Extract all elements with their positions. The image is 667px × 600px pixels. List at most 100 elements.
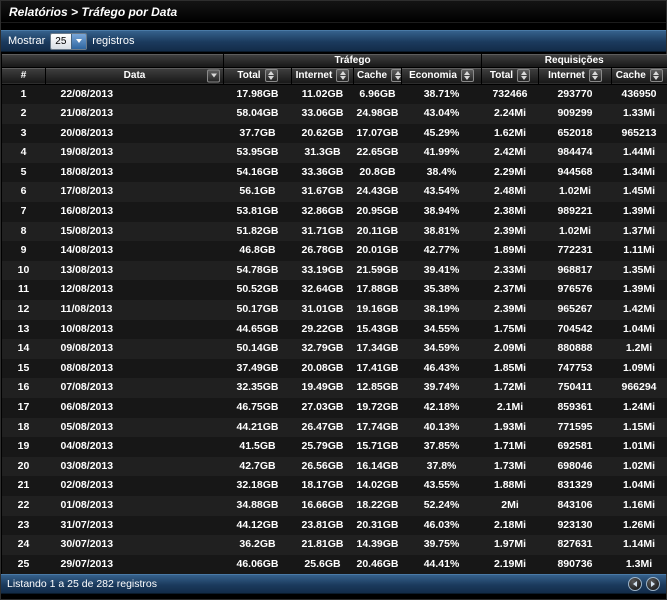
cell-economia: 46.03% xyxy=(423,518,460,531)
cell-trafego-internet: 33.06GB xyxy=(301,107,344,120)
cell-trafego-cache: 14.39GB xyxy=(356,538,399,551)
cell-trafego-total: 50.52GB xyxy=(236,283,279,296)
cell-trafego-total: 46.75GB xyxy=(236,401,279,413)
cell-req-cache: 1.16Mi xyxy=(622,498,656,511)
cell-trafego-internet: 31.67GB xyxy=(301,185,344,198)
column-label: Data xyxy=(123,69,146,81)
cell-req-cache: 1.37Mi xyxy=(622,224,656,237)
cell-req-internet: 771595 xyxy=(557,420,593,433)
column-header-data[interactable]: Data xyxy=(45,67,224,85)
pagination-controls xyxy=(628,577,660,592)
cell-req-total: 2.42Mi xyxy=(493,146,527,159)
cell-trafego-internet: 26.78GB xyxy=(301,244,344,257)
cell-index: 7 xyxy=(20,205,27,218)
records-label: registros xyxy=(92,35,135,47)
breadcrumb: Relatórios > Tráfego por Data xyxy=(1,1,666,23)
cell-trafego-cache: 15.71GB xyxy=(356,440,399,453)
table-row: 11 12/08/2013 50.52GB 32.64GB 17.88GB 35.38% 2… xyxy=(1,280,667,301)
cell-req-cache: 1.45Mi xyxy=(622,185,656,198)
cell-trafego-cache: 20.01GB xyxy=(356,244,399,257)
cell-index: 18 xyxy=(17,420,30,433)
cell-trafego-internet: 29.22GB xyxy=(301,322,344,335)
cell-trafego-total: 54.16GB xyxy=(236,165,279,178)
cell-req-cache: 1.39Mi xyxy=(622,205,656,218)
cell-trafego-total: 50.14GB xyxy=(236,342,279,355)
cell-trafego-total: 42.7GB xyxy=(239,459,276,472)
group-header-empty xyxy=(1,54,224,68)
column-header-trafego-total[interactable]: Total xyxy=(223,67,292,85)
cell-trafego-total: 54.78GB xyxy=(236,263,279,276)
column-label: Internet xyxy=(295,70,333,81)
cell-trafego-total: 37.7GB xyxy=(239,126,276,139)
sort-both-icon xyxy=(391,69,402,82)
cell-req-total: 2.24Mi xyxy=(493,107,527,120)
cell-index: 20 xyxy=(17,459,30,472)
column-header-req-internet[interactable]: Internet xyxy=(538,67,612,85)
cell-trafego-total: 58.04GB xyxy=(236,107,279,120)
cell-req-total: 1.97Mi xyxy=(493,538,527,551)
cell-data: 18/08/2013 xyxy=(60,165,114,178)
cell-index: 9 xyxy=(20,244,27,257)
cell-trafego-internet: 20.62GB xyxy=(301,126,344,139)
cell-trafego-cache: 20.11GB xyxy=(356,224,399,237)
table-row: 14 09/08/2013 50.14GB 32.79GB 17.34GB 34.59% 2… xyxy=(1,339,667,359)
cell-req-total: 1.73Mi xyxy=(493,459,527,472)
cell-req-total: 1.72Mi xyxy=(493,381,527,394)
cell-req-total: 2.38Mi xyxy=(493,205,527,218)
cell-trafego-internet: 32.79GB xyxy=(301,342,344,355)
cell-data: 04/08/2013 xyxy=(60,440,114,453)
column-header-trafego-internet[interactable]: Internet xyxy=(291,67,354,85)
cell-data: 31/07/2013 xyxy=(60,518,114,531)
cell-req-cache: 965213 xyxy=(621,126,657,139)
cell-economia: 39.75% xyxy=(423,538,460,551)
cell-economia: 34.59% xyxy=(423,342,460,355)
cell-trafego-cache: 18.22GB xyxy=(356,498,399,511)
cell-trafego-total: 44.21GB xyxy=(236,420,279,433)
cell-economia: 37.85% xyxy=(423,440,460,453)
cell-data: 16/08/2013 xyxy=(60,205,114,218)
cell-index: 6 xyxy=(20,185,27,198)
cell-index: 12 xyxy=(17,303,30,316)
cell-trafego-cache: 17.07GB xyxy=(356,126,399,139)
cell-req-total: 1.88Mi xyxy=(493,479,527,492)
cell-trafego-internet: 31.71GB xyxy=(301,224,344,237)
next-page-button[interactable] xyxy=(646,577,660,592)
column-header-economia[interactable]: Economia xyxy=(401,67,482,85)
cell-data: 14/08/2013 xyxy=(60,244,114,257)
cell-trafego-cache: 19.16GB xyxy=(356,303,399,316)
prev-page-button[interactable] xyxy=(628,577,642,592)
cell-trafego-cache: 16.14GB xyxy=(356,459,399,472)
cell-economia: 38.71% xyxy=(423,87,460,100)
cell-trafego-cache: 17.88GB xyxy=(356,283,399,296)
cell-req-cache: 1.04Mi xyxy=(622,322,656,335)
column-header-req-total[interactable]: Total xyxy=(481,67,539,85)
cell-trafego-internet: 32.64GB xyxy=(301,283,344,296)
cell-data: 05/08/2013 xyxy=(60,420,114,433)
cell-trafego-internet: 18.17GB xyxy=(301,479,344,492)
cell-req-internet: 965267 xyxy=(557,303,593,316)
table-row: 24 30/07/2013 36.2GB 21.81GB 14.39GB 39.75% 1.… xyxy=(1,535,667,555)
group-header-requisicoes: Requisições xyxy=(480,54,667,68)
cell-req-cache: 1.02Mi xyxy=(622,459,656,472)
column-label: # xyxy=(20,69,27,81)
page-size-select[interactable]: 25 xyxy=(50,32,88,50)
cell-index: 25 xyxy=(17,557,30,570)
cell-req-internet: 293770 xyxy=(557,87,593,100)
table-row: 15 08/08/2013 37.49GB 20.08GB 17.41GB 46.43% 1… xyxy=(1,358,667,379)
cell-req-cache: 1.34Mi xyxy=(622,165,656,178)
traffic-by-date-table: Tráfego Requisições # Data Total Internet Ca… xyxy=(1,54,667,575)
cell-data: 10/08/2013 xyxy=(60,322,114,335)
cell-req-total: 2.37Mi xyxy=(493,283,527,296)
cell-req-internet: 989221 xyxy=(557,205,593,218)
cell-data: 22/08/2013 xyxy=(60,87,114,100)
cell-index: 19 xyxy=(17,440,30,453)
app-window: Relatórios > Tráfego por Data Mostrar 25… xyxy=(0,0,667,600)
cell-req-internet: 984474 xyxy=(557,146,593,159)
group-header-row: Tráfego Requisições xyxy=(1,54,667,68)
table-row: 8 15/08/2013 51.82GB 31.71GB 20.11GB 38.81% 2.… xyxy=(1,221,667,242)
column-header-trafego-cache[interactable]: Cache xyxy=(353,67,402,85)
cell-trafego-total: 37.49GB xyxy=(236,361,279,374)
column-header-req-cache[interactable]: Cache xyxy=(610,67,667,85)
cell-req-internet: 880888 xyxy=(557,342,593,355)
cell-req-total: 2.33Mi xyxy=(493,263,527,276)
